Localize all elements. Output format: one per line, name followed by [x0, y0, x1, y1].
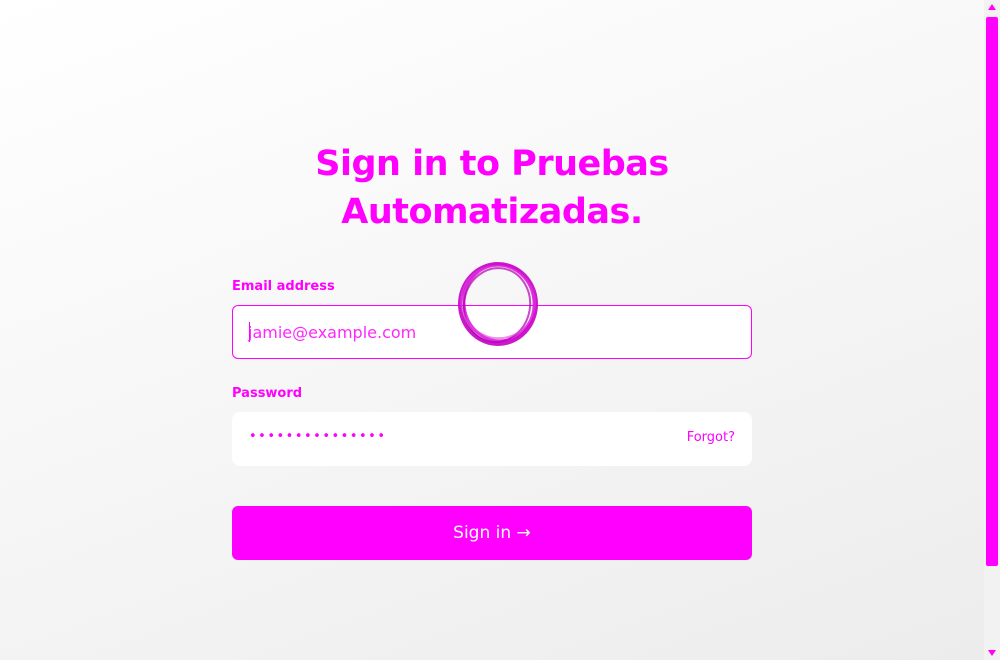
text-caret — [249, 322, 250, 342]
page-title: Sign in to Pruebas Automatizadas. — [232, 140, 752, 236]
email-label: Email address — [232, 279, 335, 294]
email-field-box[interactable] — [232, 305, 752, 359]
sign-in-button[interactable]: Sign in → — [232, 506, 752, 560]
vertical-scrollbar[interactable] — [984, 0, 1000, 660]
forgot-password-link[interactable]: Forgot? — [687, 430, 735, 445]
password-field[interactable]: ••••••••••••••• Forgot? — [232, 412, 752, 466]
scroll-up-arrow-icon[interactable] — [988, 4, 996, 10]
password-masked-value[interactable]: ••••••••••••••• — [249, 429, 387, 444]
scrollbar-thumb[interactable] — [986, 17, 998, 566]
sign-in-page: Sign in to Pruebas Automatizadas. Email … — [0, 0, 984, 660]
email-input[interactable] — [248, 306, 728, 358]
scroll-down-arrow-icon[interactable] — [988, 650, 996, 656]
page-title-line-1: Sign in to Pruebas — [315, 144, 669, 184]
password-label: Password — [232, 386, 303, 401]
page-title-line-2: Automatizadas. — [341, 192, 643, 232]
